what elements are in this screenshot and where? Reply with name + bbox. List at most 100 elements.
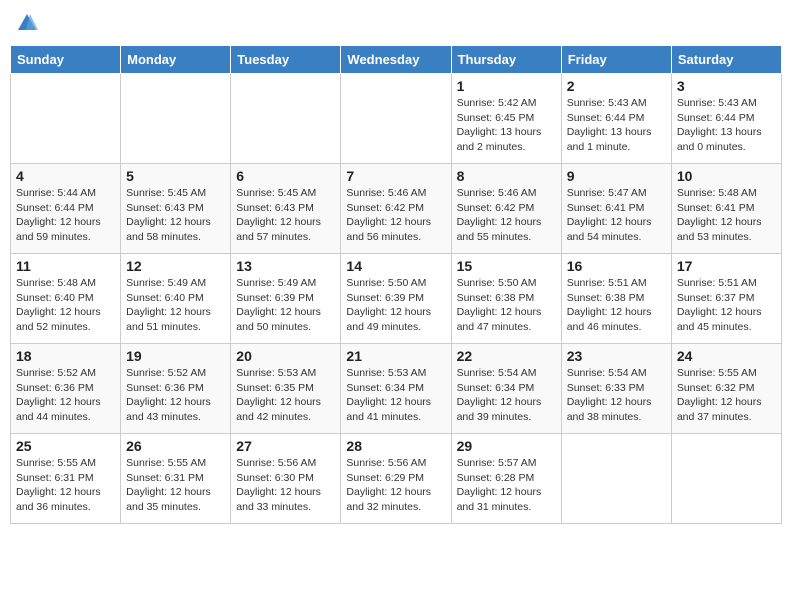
week-row-4: 18 Sunrise: 5:52 AM Sunset: 6:36 PM Dayli… <box>11 344 782 434</box>
day-detail: Sunrise: 5:53 AM Sunset: 6:35 PM Dayligh… <box>236 366 335 425</box>
weekday-header-saturday: Saturday <box>671 46 781 74</box>
day-number: 27 <box>236 438 335 454</box>
day-cell: 12 Sunrise: 5:49 AM Sunset: 6:40 PM Dayli… <box>121 254 231 344</box>
day-number: 24 <box>677 348 776 364</box>
day-cell: 6 Sunrise: 5:45 AM Sunset: 6:43 PM Daylig… <box>231 164 341 254</box>
calendar-body: 1 Sunrise: 5:42 AM Sunset: 6:45 PM Daylig… <box>11 74 782 524</box>
day-detail: Sunrise: 5:49 AM Sunset: 6:39 PM Dayligh… <box>236 276 335 335</box>
day-cell: 1 Sunrise: 5:42 AM Sunset: 6:45 PM Daylig… <box>451 74 561 164</box>
day-cell <box>561 434 671 524</box>
day-number: 10 <box>677 168 776 184</box>
day-detail: Sunrise: 5:45 AM Sunset: 6:43 PM Dayligh… <box>126 186 225 245</box>
logo-icon <box>16 12 38 34</box>
day-number: 12 <box>126 258 225 274</box>
day-number: 11 <box>16 258 115 274</box>
week-row-5: 25 Sunrise: 5:55 AM Sunset: 6:31 PM Dayli… <box>11 434 782 524</box>
day-cell <box>11 74 121 164</box>
day-number: 28 <box>346 438 445 454</box>
day-detail: Sunrise: 5:55 AM Sunset: 6:32 PM Dayligh… <box>677 366 776 425</box>
weekday-header-tuesday: Tuesday <box>231 46 341 74</box>
day-cell: 26Sunrise: 5:55 AM Sunset: 6:31 PM Dayli… <box>121 434 231 524</box>
day-detail: Sunrise: 5:56 AM Sunset: 6:30 PM Dayligh… <box>236 456 335 515</box>
day-number: 16 <box>567 258 666 274</box>
day-number: 2 <box>567 78 666 94</box>
day-cell: 15Sunrise: 5:50 AM Sunset: 6:38 PM Dayli… <box>451 254 561 344</box>
day-cell: 2 Sunrise: 5:43 AM Sunset: 6:44 PM Daylig… <box>561 74 671 164</box>
day-detail: Sunrise: 5:43 AM Sunset: 6:44 PM Dayligh… <box>567 96 666 155</box>
day-cell: 10 Sunrise: 5:48 AM Sunset: 6:41 PM Dayli… <box>671 164 781 254</box>
day-number: 26 <box>126 438 225 454</box>
day-cell: 21 Sunrise: 5:53 AM Sunset: 6:34 PM Dayli… <box>341 344 451 434</box>
day-number: 3 <box>677 78 776 94</box>
day-detail: Sunrise: 5:56 AM Sunset: 6:29 PM Dayligh… <box>346 456 445 515</box>
day-cell: 16 Sunrise: 5:51 AM Sunset: 6:38 PM Dayli… <box>561 254 671 344</box>
day-number: 4 <box>16 168 115 184</box>
day-cell: 4 Sunrise: 5:44 AM Sunset: 6:44 PM Daylig… <box>11 164 121 254</box>
calendar-header: SundayMondayTuesdayWednesdayThursdayFrid… <box>11 46 782 74</box>
day-cell: 3 Sunrise: 5:43 AM Sunset: 6:44 PM Daylig… <box>671 74 781 164</box>
day-cell: 19 Sunrise: 5:52 AM Sunset: 6:36 PM Dayli… <box>121 344 231 434</box>
day-number: 5 <box>126 168 225 184</box>
day-detail: Sunrise: 5:57 AM Sunset: 6:28 PM Dayligh… <box>457 456 556 515</box>
day-number: 25 <box>16 438 115 454</box>
day-detail: Sunrise: 5:45 AM Sunset: 6:43 PM Dayligh… <box>236 186 335 245</box>
day-cell: 28 Sunrise: 5:56 AM Sunset: 6:29 PM Dayli… <box>341 434 451 524</box>
day-cell: 29 Sunrise: 5:57 AM Sunset: 6:28 PM Dayli… <box>451 434 561 524</box>
day-detail: Sunrise: 5:44 AM Sunset: 6:44 PM Dayligh… <box>16 186 115 245</box>
weekday-row: SundayMondayTuesdayWednesdayThursdayFrid… <box>11 46 782 74</box>
week-row-3: 11Sunrise: 5:48 AM Sunset: 6:40 PM Dayli… <box>11 254 782 344</box>
calendar-table: SundayMondayTuesdayWednesdayThursdayFrid… <box>10 45 782 524</box>
day-number: 19 <box>126 348 225 364</box>
day-number: 21 <box>346 348 445 364</box>
day-detail: Sunrise: 5:55 AM Sunset: 6:31 PM Dayligh… <box>16 456 115 515</box>
day-detail: Sunrise: 5:43 AM Sunset: 6:44 PM Dayligh… <box>677 96 776 155</box>
logo <box>14 14 38 41</box>
day-cell: 24 Sunrise: 5:55 AM Sunset: 6:32 PM Dayli… <box>671 344 781 434</box>
day-cell: 25 Sunrise: 5:55 AM Sunset: 6:31 PM Dayli… <box>11 434 121 524</box>
day-cell: 18Sunrise: 5:52 AM Sunset: 6:36 PM Dayli… <box>11 344 121 434</box>
weekday-header-friday: Friday <box>561 46 671 74</box>
day-detail: Sunrise: 5:46 AM Sunset: 6:42 PM Dayligh… <box>346 186 445 245</box>
day-detail: Sunrise: 5:52 AM Sunset: 6:36 PM Dayligh… <box>126 366 225 425</box>
week-row-1: 1 Sunrise: 5:42 AM Sunset: 6:45 PM Daylig… <box>11 74 782 164</box>
weekday-header-thursday: Thursday <box>451 46 561 74</box>
page-header <box>10 10 782 41</box>
day-cell <box>121 74 231 164</box>
day-cell: 23 Sunrise: 5:54 AM Sunset: 6:33 PM Dayli… <box>561 344 671 434</box>
weekday-header-monday: Monday <box>121 46 231 74</box>
day-detail: Sunrise: 5:42 AM Sunset: 6:45 PM Dayligh… <box>457 96 556 155</box>
day-cell <box>671 434 781 524</box>
day-number: 18 <box>16 348 115 364</box>
day-number: 23 <box>567 348 666 364</box>
day-detail: Sunrise: 5:54 AM Sunset: 6:33 PM Dayligh… <box>567 366 666 425</box>
day-detail: Sunrise: 5:54 AM Sunset: 6:34 PM Dayligh… <box>457 366 556 425</box>
day-cell: 17Sunrise: 5:51 AM Sunset: 6:37 PM Dayli… <box>671 254 781 344</box>
day-cell: 11Sunrise: 5:48 AM Sunset: 6:40 PM Dayli… <box>11 254 121 344</box>
day-cell: 14 Sunrise: 5:50 AM Sunset: 6:39 PM Dayli… <box>341 254 451 344</box>
day-number: 14 <box>346 258 445 274</box>
day-detail: Sunrise: 5:49 AM Sunset: 6:40 PM Dayligh… <box>126 276 225 335</box>
day-cell: 7 Sunrise: 5:46 AM Sunset: 6:42 PM Daylig… <box>341 164 451 254</box>
day-cell: 13 Sunrise: 5:49 AM Sunset: 6:39 PM Dayli… <box>231 254 341 344</box>
day-number: 13 <box>236 258 335 274</box>
day-detail: Sunrise: 5:50 AM Sunset: 6:39 PM Dayligh… <box>346 276 445 335</box>
day-detail: Sunrise: 5:53 AM Sunset: 6:34 PM Dayligh… <box>346 366 445 425</box>
day-cell <box>231 74 341 164</box>
day-number: 6 <box>236 168 335 184</box>
day-number: 1 <box>457 78 556 94</box>
day-detail: Sunrise: 5:51 AM Sunset: 6:38 PM Dayligh… <box>567 276 666 335</box>
day-detail: Sunrise: 5:46 AM Sunset: 6:42 PM Dayligh… <box>457 186 556 245</box>
day-detail: Sunrise: 5:48 AM Sunset: 6:41 PM Dayligh… <box>677 186 776 245</box>
day-number: 8 <box>457 168 556 184</box>
day-number: 7 <box>346 168 445 184</box>
day-cell: 22 Sunrise: 5:54 AM Sunset: 6:34 PM Dayli… <box>451 344 561 434</box>
day-number: 17 <box>677 258 776 274</box>
day-detail: Sunrise: 5:50 AM Sunset: 6:38 PM Dayligh… <box>457 276 556 335</box>
day-cell: 20 Sunrise: 5:53 AM Sunset: 6:35 PM Dayli… <box>231 344 341 434</box>
day-number: 22 <box>457 348 556 364</box>
day-cell: 9Sunrise: 5:47 AM Sunset: 6:41 PM Daylig… <box>561 164 671 254</box>
day-cell <box>341 74 451 164</box>
day-number: 29 <box>457 438 556 454</box>
week-row-2: 4 Sunrise: 5:44 AM Sunset: 6:44 PM Daylig… <box>11 164 782 254</box>
day-number: 20 <box>236 348 335 364</box>
